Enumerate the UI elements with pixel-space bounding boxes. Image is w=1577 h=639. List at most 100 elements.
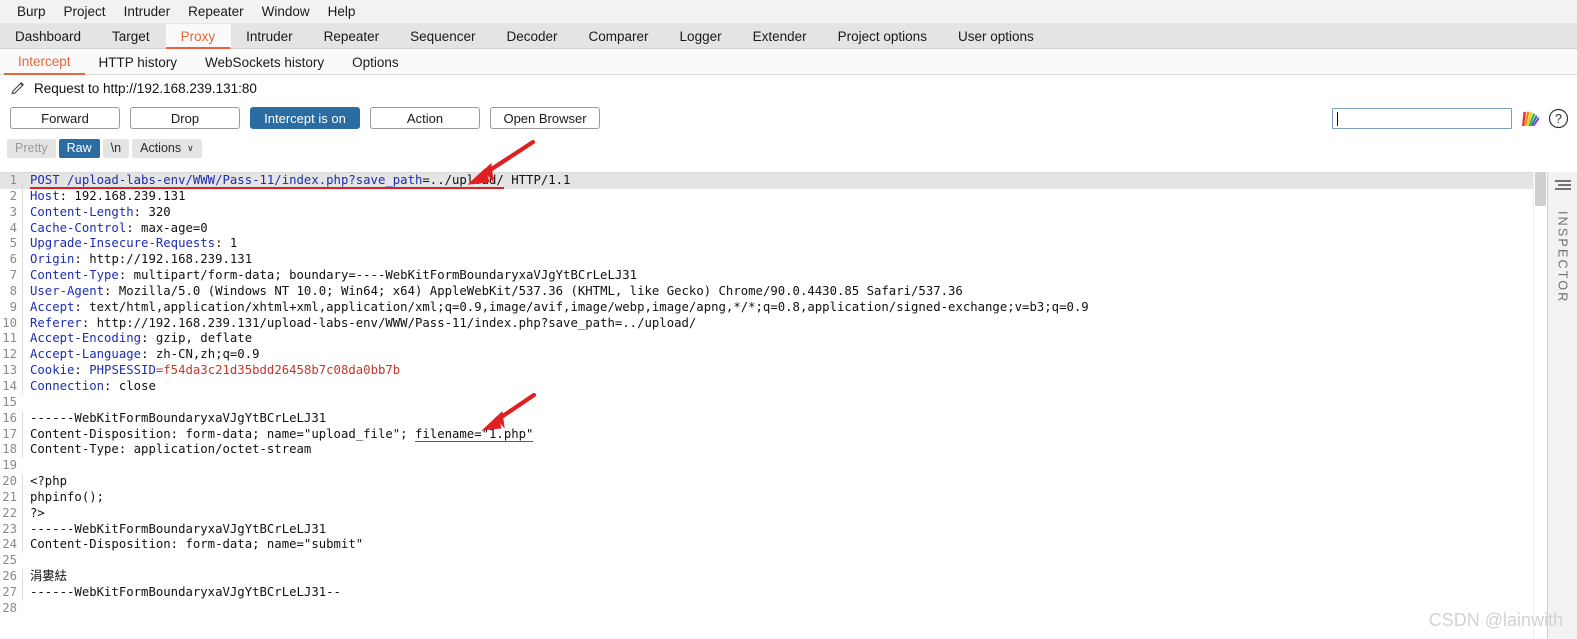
line-number: 2: [9, 188, 17, 203]
code-segment: 涓婁紶: [30, 569, 67, 584]
code-segment: <?php: [30, 474, 68, 489]
code-segment: filename="1.php": [414, 426, 534, 443]
subtab-intercept[interactable]: Intercept: [4, 49, 85, 75]
tab-extender[interactable]: Extender: [738, 24, 823, 48]
code-segment: :: [74, 363, 90, 378]
line-content: Upgrade-Insecure-Requests: 1: [22, 236, 1533, 253]
menu-item-burp[interactable]: Burp: [8, 2, 55, 21]
tab-proxy[interactable]: Proxy: [165, 24, 232, 49]
menu-item-window[interactable]: Window: [253, 2, 319, 21]
proxy-sub-tab-bar: Intercept HTTP history WebSockets history O…: [0, 49, 1577, 75]
pretty-view-button[interactable]: Pretty: [7, 138, 56, 158]
tab-project-options[interactable]: Project options: [823, 24, 943, 48]
code-segment: Origin: [30, 252, 75, 267]
code-segment: Upgrade-Insecure-Requests: [30, 236, 216, 251]
menu-item-help[interactable]: Help: [319, 2, 365, 21]
code-line: 15: [0, 395, 1533, 411]
code-line: 22 ?>: [0, 505, 1533, 522]
tab-decoder[interactable]: Decoder: [491, 24, 573, 48]
line-number: 19: [2, 458, 17, 473]
open-browser-button[interactable]: Open Browser: [490, 107, 600, 129]
drop-button[interactable]: Drop: [130, 107, 240, 129]
code-segment: : http://192.168.239.131/upload-labs-env…: [81, 315, 697, 330]
line-number: 12: [2, 347, 17, 362]
line-content: ?>: [22, 505, 1533, 522]
code-line: 9 Accept: text/html,application/xhtml+xml…: [0, 299, 1533, 316]
intercept-button-row: Forward Drop Intercept is on Action Open…: [0, 101, 1577, 135]
line-number: 20: [2, 474, 17, 489]
help-question-icon[interactable]: ?: [1548, 108, 1569, 129]
code-line: 13 Cookie: PHPSESSID=f54da3c21d35bdd26458…: [0, 363, 1533, 379]
tab-comparer[interactable]: Comparer: [574, 24, 665, 48]
code-segment: ------WebKitFormBoundaryxaVJgYtBCrLeLJ31…: [30, 584, 341, 599]
scrollbar-thumb[interactable]: [1535, 172, 1546, 206]
line-number: 13: [2, 363, 17, 378]
actions-menu-button[interactable]: Actions ∨: [132, 138, 202, 158]
search-input-wrapper[interactable]: [1332, 107, 1512, 129]
rainbow-fan-icon[interactable]: [1519, 108, 1541, 128]
code-segment: phpinfo();: [30, 489, 105, 504]
subtab-options[interactable]: Options: [338, 49, 413, 74]
tab-user-options[interactable]: User options: [943, 24, 1050, 48]
line-content: Content-Disposition: form-data; name="su…: [22, 537, 1533, 554]
code-line: 6 Origin: http://192.168.239.131: [0, 252, 1533, 269]
line-number: 18: [2, 442, 17, 457]
line-content: ------WebKitFormBoundaryxaVJgYtBCrLeLJ31: [22, 410, 1533, 427]
code-segment: Content-Type: [30, 268, 119, 283]
code-line: 21 phpinfo();: [0, 489, 1533, 506]
forward-button[interactable]: Forward: [10, 107, 120, 129]
code-segment: Content-Disposition: form-data; name="su…: [30, 537, 364, 552]
line-content: Cache-Control: max-age=0: [22, 220, 1533, 237]
action-button[interactable]: Action: [370, 107, 480, 129]
search-input[interactable]: [1333, 108, 1511, 128]
inspector-label: INSPECTOR: [1555, 211, 1570, 304]
line-content: Connection: close: [22, 378, 1533, 395]
code-segment: =../upload/: [422, 173, 504, 189]
raw-view-button[interactable]: Raw: [58, 138, 100, 158]
code-line: 25: [0, 553, 1533, 569]
code-segment: Accept-Language: [30, 347, 142, 362]
inspector-panel[interactable]: INSPECTOR: [1547, 172, 1577, 639]
code-segment: Referer: [30, 315, 82, 330]
code-line: 16 ------WebKitFormBoundaryxaVJgYtBCrLeLJ…: [0, 410, 1533, 427]
code-line: 19: [0, 458, 1533, 474]
code-line: 18 Content-Type: application/octet-stream: [0, 442, 1533, 459]
panel-lines-icon[interactable]: [1554, 178, 1572, 211]
request-title-row: Request to http://192.168.239.131:80: [0, 75, 1577, 101]
request-raw-editor[interactable]: 1 POST /upload-labs-env/WWW/Pass-11/index…: [0, 172, 1533, 639]
line-number: 15: [2, 394, 17, 409]
line-number: 16: [2, 410, 17, 425]
tab-target[interactable]: Target: [97, 24, 166, 48]
code-segment: : close: [104, 378, 156, 393]
line-content: ------WebKitFormBoundaryxaVJgYtBCrLeLJ31: [22, 521, 1533, 538]
line-number: 26: [2, 569, 17, 584]
subtab-http-history[interactable]: HTTP history: [85, 49, 192, 74]
tab-repeater[interactable]: Repeater: [309, 24, 396, 48]
menu-item-repeater[interactable]: Repeater: [179, 2, 253, 21]
code-segment: Content-Type: application/octet-stream: [30, 442, 312, 457]
tab-logger[interactable]: Logger: [665, 24, 738, 48]
newline-toggle-button[interactable]: \n: [102, 138, 130, 158]
editor-vertical-scrollbar[interactable]: [1533, 172, 1547, 639]
menu-item-project[interactable]: Project: [55, 2, 115, 21]
tab-sequencer[interactable]: Sequencer: [395, 24, 491, 48]
code-line: 26 涓婁紶: [0, 569, 1533, 585]
line-number: 10: [2, 315, 17, 330]
menu-item-intruder[interactable]: Intruder: [115, 2, 180, 21]
code-segment: Cookie: [30, 363, 75, 378]
line-content: ------WebKitFormBoundaryxaVJgYtBCrLeLJ31…: [22, 584, 1533, 601]
code-segment: : max-age=0: [126, 220, 208, 235]
code-segment: Content-Disposition: form-data; name="up…: [30, 426, 415, 441]
line-number: 8: [9, 283, 17, 298]
tab-dashboard[interactable]: Dashboard: [0, 24, 97, 48]
code-segment: ?>: [30, 505, 45, 520]
tab-intruder[interactable]: Intruder: [231, 24, 309, 48]
intercept-toggle-button[interactable]: Intercept is on: [250, 107, 360, 129]
code-line: 4 Cache-Control: max-age=0: [0, 220, 1533, 237]
code-line: 11 Accept-Encoding: gzip, deflate: [0, 331, 1533, 348]
line-number: 1: [9, 173, 17, 187]
subtab-websockets-history[interactable]: WebSockets history: [191, 49, 338, 74]
code-segment: Cache-Control: [30, 220, 127, 235]
code-line: 14 Connection: close: [0, 378, 1533, 395]
line-content: Content-Length: 320: [22, 204, 1533, 221]
